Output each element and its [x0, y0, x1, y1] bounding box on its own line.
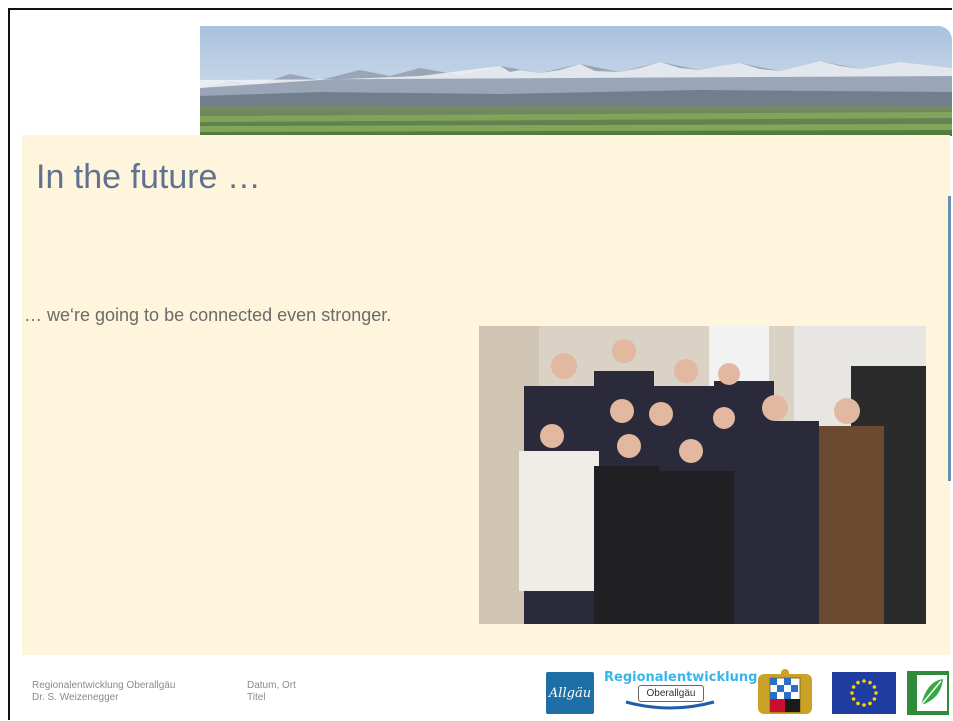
footer-org-line1: Regionalentwicklung Oberallgäu	[32, 680, 176, 691]
group-photo-image	[479, 326, 926, 624]
swoosh-icon	[625, 700, 715, 710]
leader-logo	[907, 671, 949, 715]
footer-organization: Regionalentwicklung Oberallgäu Dr. S. We…	[32, 680, 175, 704]
group-photo	[479, 326, 926, 624]
eu-stars-icon	[850, 679, 878, 707]
leader-leaf-icon	[907, 671, 949, 715]
slide: In the future … … we‘re going to be conn…	[0, 0, 953, 720]
allgau-logo-text: Allgäu	[548, 685, 592, 701]
footer-meta: Datum, Ort Titel	[247, 680, 296, 704]
regio-logo-title: Regionalentwicklung	[604, 670, 758, 685]
alps-panorama-banner	[200, 26, 952, 136]
bavaria-coat-of-arms-logo	[750, 668, 820, 716]
coat-of-arms-icon	[758, 669, 812, 714]
footer-meta-line1: Datum, Ort	[247, 680, 296, 691]
panorama-image	[200, 26, 952, 136]
footer-org-line2: Dr. S. Weizenegger	[32, 692, 119, 703]
eu-flag-logo	[832, 672, 896, 714]
allgau-logo: Allgäu	[546, 672, 594, 714]
footer-meta-line2: Titel	[247, 692, 266, 703]
slide-title: In the future …	[36, 158, 261, 196]
regionalentwicklung-logo: Regionalentwicklung Oberallgäu	[604, 668, 758, 716]
accent-bar	[948, 196, 951, 481]
slide-body-text: … we‘re going to be connected even stron…	[24, 305, 392, 325]
